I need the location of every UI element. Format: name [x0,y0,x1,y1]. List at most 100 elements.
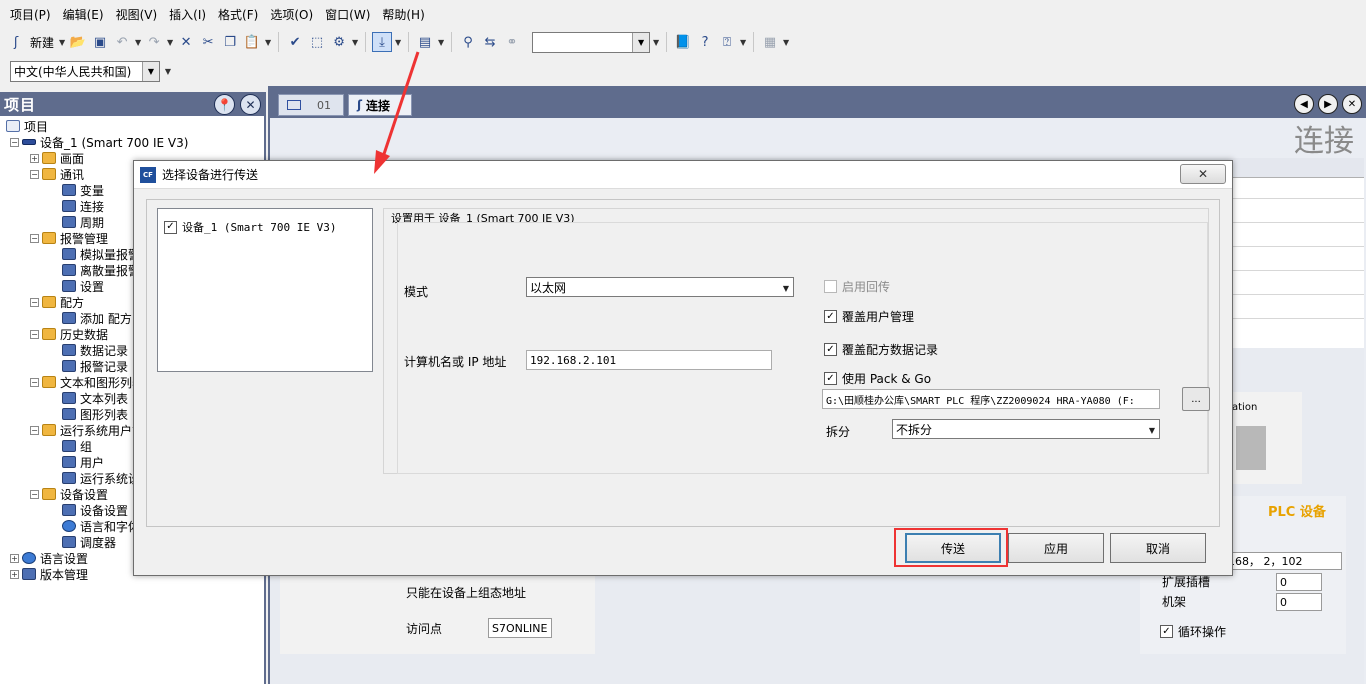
compile-dropdown-icon[interactable]: ▼ [351,38,359,47]
chevron-down-icon[interactable]: ▼ [142,61,159,81]
expansion-slot-field[interactable]: 0 [1276,573,1322,591]
find-icon[interactable]: ⚲ [458,32,478,52]
tree-item[interactable]: 模拟量报警 [48,246,140,262]
copy-icon[interactable]: ❐ [220,32,240,52]
expand-toggle-icon[interactable]: − [30,169,39,179]
overwrite-recipe-row[interactable]: ✓ 覆盖配方数据记录 [824,341,938,358]
menu-project[interactable]: 项目(P) [4,6,57,23]
tree-item[interactable]: 离散量报警 [48,262,140,278]
tree-item[interactable]: − 设备_1 (Smart 700 IE V3) [10,134,188,150]
tree-item[interactable]: + 画面 [30,150,84,166]
paste-dropdown-icon[interactable]: ▼ [264,38,272,47]
next-icon[interactable]: ▶ [1318,94,1338,114]
menu-view[interactable]: 视图(V) [110,6,164,23]
simulate-icon[interactable]: ▤ [415,32,435,52]
expand-toggle-icon[interactable]: − [10,137,19,147]
redo-icon[interactable]: ↷ [144,32,164,52]
close-icon[interactable]: ✕ [1180,164,1226,184]
new-dropdown-icon[interactable]: ▼ [58,38,66,47]
close-icon[interactable]: ✕ [1342,94,1362,114]
tab-screen-01[interactable]: 01 [278,94,344,116]
transfer-dropdown-icon[interactable]: ▼ [394,38,402,47]
undo-dropdown-icon[interactable]: ▼ [134,38,142,47]
replace-icon[interactable]: ⇆ [480,32,500,52]
device-checkbox[interactable]: ✓ [164,220,177,234]
plc-address-field[interactable]: 168， 2，102 [1224,552,1342,570]
overwrite-recipe-checkbox[interactable]: ✓ [824,343,837,356]
tree-item[interactable]: 设备设置 [48,502,128,518]
redo-dropdown-icon[interactable]: ▼ [166,38,174,47]
overwrite-user-checkbox[interactable]: ✓ [824,310,837,323]
new-icon[interactable]: ʃ [6,32,26,52]
pack-and-go-path[interactable]: G:\田顺桂办公库\SMART PLC 程序\ZZ2009024 HRA-YA0… [822,389,1160,409]
cross-reference-icon[interactable]: ⚭ [502,32,522,52]
expand-toggle-icon[interactable]: − [30,297,39,307]
compile-icon[interactable]: ⚙ [329,32,349,52]
open-icon[interactable]: 📂 [68,32,88,52]
menu-window[interactable]: 窗口(W) [319,6,376,23]
tree-item[interactable]: − 设备设置 [30,486,108,502]
new-button[interactable]: 新建 [30,34,54,51]
tree-item[interactable]: + 版本管理 [10,566,88,582]
language-dropdown-icon[interactable]: ▼ [164,67,172,76]
split-select[interactable]: 不拆分 ▼ [892,419,1160,439]
rack-field[interactable]: 0 [1276,593,1322,611]
expand-toggle-icon[interactable]: − [30,489,39,499]
pin-icon[interactable]: 📍 [214,94,235,115]
menu-insert[interactable]: 插入(I) [163,6,212,23]
access-point-field[interactable]: S7ONLINE [488,618,552,638]
check-icon[interactable]: ✔ [285,32,305,52]
menu-edit[interactable]: 编辑(E) [57,6,110,23]
tree-item[interactable]: 变量 [48,182,104,198]
tree-item[interactable]: 周期 [48,214,104,230]
expand-toggle-icon[interactable]: + [30,153,39,163]
layout-dropdown-icon[interactable]: ▼ [782,38,790,47]
overwrite-user-row[interactable]: ✓ 覆盖用户管理 [824,308,914,325]
tree-item[interactable]: 图形列表 [48,406,128,422]
mode-select[interactable]: 以太网 ▼ [526,277,794,297]
expand-toggle-icon[interactable]: − [30,377,39,387]
delete-icon[interactable]: ✕ [176,32,196,52]
tree-item[interactable]: 连接 [48,198,104,214]
expand-toggle-icon[interactable]: − [30,329,39,339]
menu-help[interactable]: 帮助(H) [376,6,430,23]
tree-item[interactable]: − 配方 [30,294,84,310]
menu-format[interactable]: 格式(F) [212,6,264,23]
transfer-icon[interactable]: ⤓ [372,32,393,52]
close-icon[interactable]: ✕ [240,94,261,115]
undo-icon[interactable]: ↶ [112,32,132,52]
enable-echo-checkbox[interactable] [824,280,837,293]
cut-icon[interactable]: ✂ [198,32,218,52]
menu-options[interactable]: 选项(O) [264,6,319,23]
device-list-item[interactable]: ✓ 设备_1 (Smart 700 IE V3) [164,219,336,235]
tree-item[interactable]: 添加 配方 [48,310,132,326]
expand-toggle-icon[interactable]: + [10,553,19,563]
apply-button[interactable]: 应用 [1008,533,1104,563]
tree-item[interactable]: 项目 [6,118,48,134]
expand-toggle-icon[interactable]: − [30,425,39,435]
help-icon[interactable]: ? [695,32,715,52]
help-dropdown-icon[interactable]: ▼ [739,38,747,47]
language-select[interactable]: 中文(中华人民共和国) ▼ [10,60,160,82]
browse-button[interactable]: ... [1182,387,1210,411]
tree-item[interactable]: 报警记录 [48,358,128,374]
search-dropdown-icon[interactable]: ▼ [652,38,660,47]
book-icon[interactable]: 📘 [673,32,693,52]
enable-echo-row[interactable]: 启用回传 [824,278,890,295]
save-icon[interactable]: ▣ [90,32,110,52]
tree-item[interactable]: + 语言设置 [10,550,88,566]
tree-item[interactable]: − 历史数据 [30,326,108,342]
tree-item[interactable]: 文本列表 [48,390,128,406]
window-layout-icon[interactable]: ▦ [760,32,780,52]
chevron-down-icon[interactable]: ▼ [632,32,650,52]
cyclic-operation-row[interactable]: ✓ 循环操作 [1160,623,1226,640]
cancel-button[interactable]: 取消 [1110,533,1206,563]
prev-icon[interactable]: ◀ [1294,94,1314,114]
tree-item[interactable]: 用户 [48,454,104,470]
search-combo[interactable]: ▼ [532,31,651,53]
tree-item[interactable]: 数据记录 [48,342,128,358]
tree-item[interactable]: − 文本和图形列表 [30,374,144,390]
tree-item[interactable]: 调度器 [48,534,116,550]
expand-toggle-icon[interactable]: + [10,569,19,579]
expand-toggle-icon[interactable]: − [30,233,39,243]
